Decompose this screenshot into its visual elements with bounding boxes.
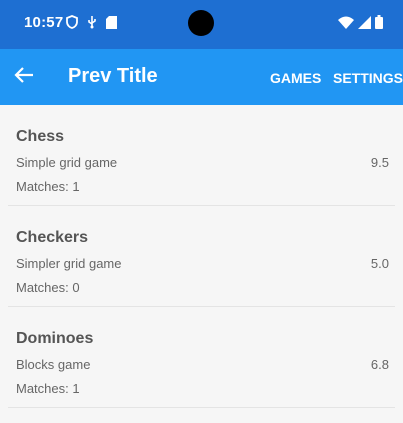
signal-icon (358, 15, 371, 34)
status-left-icons (66, 15, 117, 34)
list-item[interactable]: Chess Simple grid game 9.5 Matches: 1 (8, 105, 395, 206)
game-description: Blocks game (16, 357, 91, 372)
game-description: Simple grid game (16, 155, 118, 170)
status-bar: 10:57 (0, 0, 403, 49)
list-item[interactable]: Dominoes Blocks game 6.8 Matches: 1 (8, 307, 395, 408)
back-button[interactable] (10, 63, 38, 91)
page-title: Prev Title (68, 65, 158, 87)
game-name: Chess (16, 128, 65, 145)
game-rating: 9.5 (370, 155, 389, 170)
wifi-icon (338, 16, 354, 34)
game-rating: 6.8 (370, 357, 389, 372)
game-rating: 5.0 (370, 256, 389, 271)
camera-cutout (188, 10, 214, 36)
app-bar: Prev Title GAMES SETTINGS (0, 49, 403, 105)
shield-icon (66, 15, 78, 34)
usb-icon (87, 15, 97, 34)
battery-icon (375, 15, 383, 34)
game-name: Checkers (16, 229, 89, 246)
game-matches: Matches: 1 (16, 179, 80, 194)
game-list: Chess Simple grid game 9.5 Matches: 1 Ch… (0, 105, 403, 408)
list-item[interactable]: Checkers Simpler grid game 5.0 Matches: … (8, 206, 395, 307)
games-button[interactable]: GAMES (270, 70, 321, 86)
game-matches: Matches: 1 (16, 381, 80, 396)
game-matches: Matches: 0 (16, 280, 80, 295)
settings-button[interactable]: SETTINGS (333, 70, 403, 86)
status-right-icons (338, 15, 383, 34)
game-name: Dominoes (16, 330, 94, 347)
arrow-left-icon (14, 66, 34, 89)
sd-card-icon (106, 15, 117, 34)
game-description: Simpler grid game (16, 256, 122, 271)
status-time: 10:57 (24, 14, 64, 31)
